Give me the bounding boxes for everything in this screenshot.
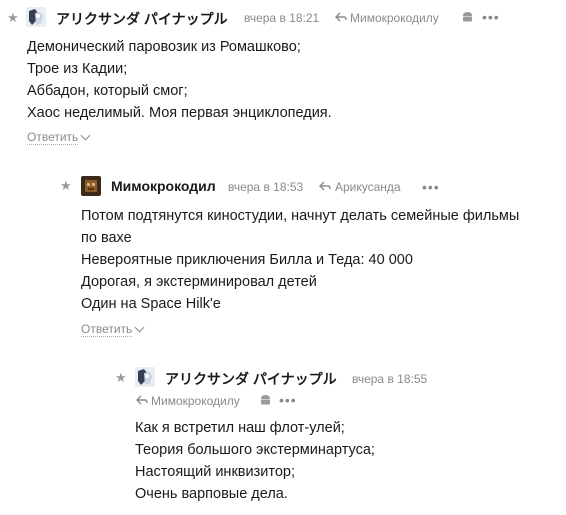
timestamp[interactable]: вчера в 18:55 — [352, 372, 427, 386]
comment-line: Демонический паровозик из Ромашково; — [27, 39, 301, 55]
reply-arrow-icon — [335, 12, 347, 22]
more-dots-icon[interactable]: ••• — [422, 180, 440, 194]
android-icon — [463, 12, 472, 22]
more-dots-icon[interactable]: ••• — [482, 10, 500, 24]
comment-line: Как я встретил наш флот-улей; — [135, 420, 345, 436]
comment-line: Теория большого экстерминартуса; — [135, 442, 375, 458]
reply-arrow-icon — [319, 181, 331, 191]
avatar[interactable] — [135, 367, 155, 387]
android-icon — [261, 395, 270, 405]
comment-line: Один на Space Hilk'e — [81, 296, 221, 312]
timestamp[interactable]: вчера в 18:21 — [244, 11, 319, 25]
comment-header: ★ Мимокрокодил вчера в 18:53 Арикусанда … — [54, 168, 566, 202]
comment-1: ★ アリクサンダ パイナップル вчера в 18:21 Мимокрокод… — [0, 0, 566, 145]
reply-to-user[interactable]: Мимокрокодилу — [350, 11, 439, 25]
star-icon[interactable]: ★ — [7, 11, 19, 24]
more-dots-icon[interactable]: ••• — [279, 393, 297, 407]
reply-button-label[interactable]: Ответить — [81, 322, 133, 337]
comment-body: Демонический паровозик из Ромашково; Тро… — [27, 36, 332, 124]
author-name[interactable]: Мимокрокодил — [111, 178, 216, 194]
author-name[interactable]: アリクサンダ パイナップル — [165, 369, 337, 389]
comment-2: ★ Мимокрокодил вчера в 18:53 Арикусанда … — [54, 168, 566, 337]
comment-line: Невероятные приключения Билла и Теда: 40… — [81, 252, 413, 268]
comment-line: по вахе — [81, 230, 132, 246]
comment-line: Очень варповые дела. — [135, 486, 288, 502]
comment-body: Как я встретил наш флот-улей; Теория бол… — [135, 417, 375, 505]
reply-button-label[interactable]: Ответить — [27, 130, 79, 145]
reply-arrow-icon — [136, 395, 148, 405]
comment-line: Аббадон, который смог; — [27, 83, 188, 99]
comment-header: ★ アリクサンダ パイナップル вчера в 18:21 Мимокрокод… — [0, 0, 566, 34]
comment-line: Настоящий инквизитор; — [135, 464, 295, 480]
chevron-down-icon — [134, 322, 145, 333]
comment-line: Хаос неделимый. Моя первая энциклопедия. — [27, 105, 332, 121]
reply-to-user[interactable]: Арикусанда — [335, 180, 401, 194]
comment-header: ★ アリクサンダ パイナップル вчера в 18:55 Мимокрокод… — [108, 360, 566, 410]
comment-line: Дорогая, я экстерминировал детей — [81, 274, 317, 290]
chevron-down-icon — [80, 130, 91, 141]
avatar[interactable] — [26, 7, 46, 27]
comment-body: Потом подтянутся киностудии, начнут дела… — [81, 205, 519, 315]
avatar[interactable] — [81, 176, 101, 196]
comment-line: Трое из Кадии; — [27, 61, 128, 77]
star-icon[interactable]: ★ — [60, 179, 72, 192]
reply-button[interactable]: Ответить — [81, 322, 145, 337]
comment-3: ★ アリクサンダ パイナップル вчера в 18:55 Мимокрокод… — [108, 360, 566, 502]
reply-button[interactable]: Ответить — [27, 130, 91, 145]
comment-line: Потом подтянутся киностудии, начнут дела… — [81, 208, 520, 224]
author-name[interactable]: アリクサンダ パイナップル — [56, 9, 228, 29]
timestamp[interactable]: вчера в 18:53 — [228, 180, 303, 194]
star-icon[interactable]: ★ — [115, 371, 127, 384]
reply-to-user[interactable]: Мимокрокодилу — [151, 394, 240, 408]
